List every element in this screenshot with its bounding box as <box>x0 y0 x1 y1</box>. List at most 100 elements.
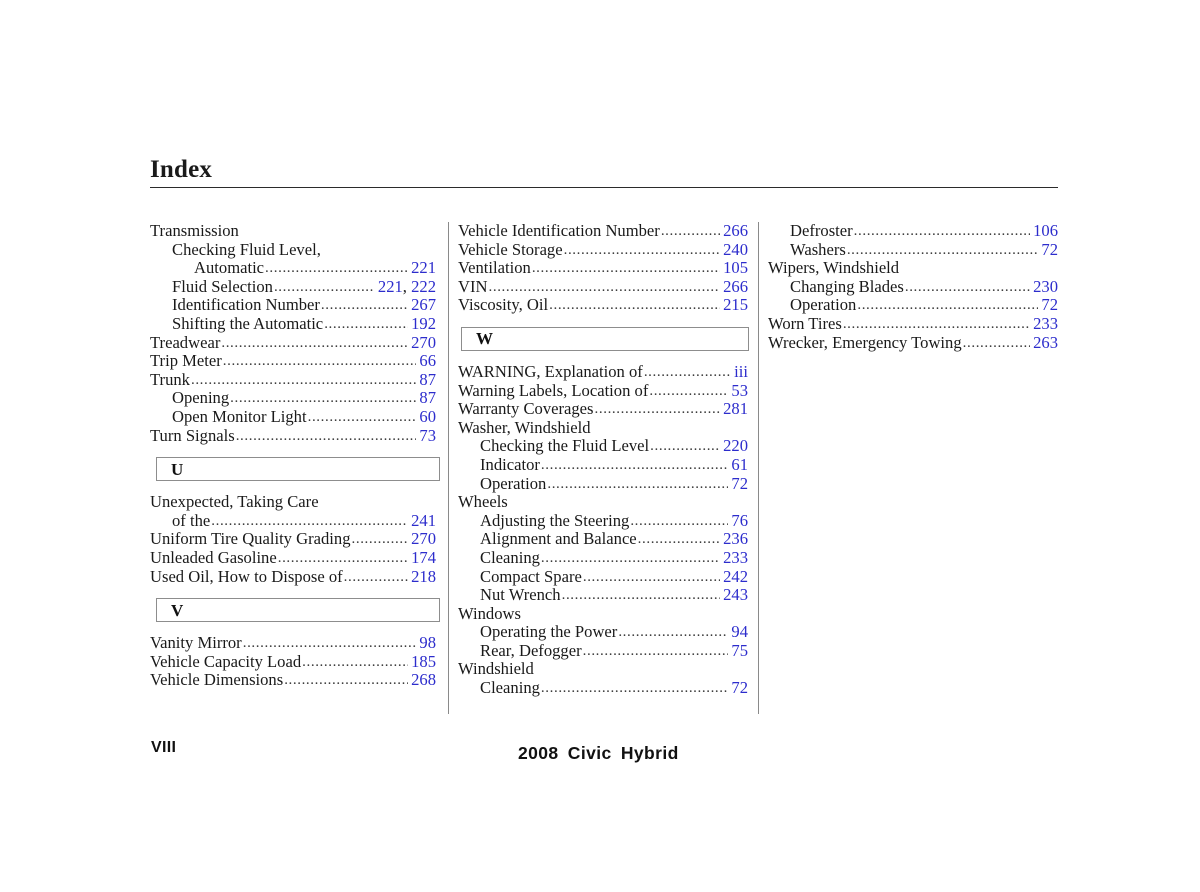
index-entry-page[interactable]: 233 <box>721 548 748 568</box>
index-entry-page[interactable]: 270 <box>409 530 436 549</box>
index-entry[interactable]: Turn Signals............................… <box>150 426 436 446</box>
index-entry-page[interactable]: 281 <box>721 400 748 419</box>
index-entry-page[interactable]: 218 <box>409 567 436 587</box>
index-entry-page[interactable]: 215 <box>721 296 748 315</box>
index-entry-page[interactable]: 53 <box>729 381 748 401</box>
leader-dots: ........................................… <box>547 475 729 492</box>
index-entry-page[interactable]: 72 <box>729 474 748 494</box>
index-entry: Wheels <box>458 493 748 512</box>
index-entry[interactable]: WARNING, Explanation of.................… <box>458 361 748 382</box>
index-entry[interactable]: Operating the Power.....................… <box>458 623 748 642</box>
index-entry[interactable]: Vehicle Identification Number...........… <box>458 221 748 241</box>
column-divider-2 <box>758 222 759 714</box>
leader-dots: ........................................… <box>235 427 417 444</box>
index-entry[interactable]: Treadwear...............................… <box>150 333 436 353</box>
index-entry[interactable]: Adjusting the Steering..................… <box>458 511 748 531</box>
index-entry[interactable]: Uniform Tire Quality Grading............… <box>150 530 436 549</box>
index-entry[interactable]: Trunk...................................… <box>150 370 436 390</box>
index-entry[interactable]: Fluid Selection.........................… <box>150 276 436 297</box>
index-entry-label: Checking Fluid Level, <box>172 239 321 259</box>
index-column-1: Transmission Checking Fluid Level, Automat… <box>150 221 440 714</box>
index-entry-page[interactable]: 94 <box>729 623 748 642</box>
index-entry-page[interactable]: 106 <box>1031 221 1058 241</box>
index-entry[interactable]: Vehicle Dimensions......................… <box>150 671 436 690</box>
index-entry-label: WARNING, Explanation of <box>458 361 643 381</box>
title-rule <box>150 187 1058 188</box>
index-entry-page[interactable]: 61 <box>729 455 748 475</box>
index-entry-page[interactable]: 243 <box>721 585 748 605</box>
index-entry-page[interactable]: 72 <box>1039 240 1058 260</box>
index-entry[interactable]: Shifting the Automatic..................… <box>150 313 436 334</box>
index-entry[interactable]: Rear, Defogger..........................… <box>458 641 748 661</box>
index-entry-page[interactable]: 72 <box>729 678 748 698</box>
index-entry-page[interactable]: 268 <box>409 671 436 690</box>
index-entry[interactable]: Open Monitor Light......................… <box>150 407 436 427</box>
index-entry[interactable]: VIN.....................................… <box>458 277 748 297</box>
index-entry-page[interactable]: 221 <box>409 259 436 278</box>
index-entry-page[interactable]: 242 <box>721 567 748 587</box>
index-entry-page[interactable]: 73 <box>417 426 436 446</box>
letter-section-label: W <box>476 329 493 349</box>
index-entry[interactable]: Identification Number...................… <box>150 296 436 315</box>
index-entry[interactable]: Unleaded Gasoline.......................… <box>150 548 436 568</box>
index-entry-label: Washers <box>790 239 846 259</box>
index-entry-page[interactable]: 263 <box>1031 333 1058 353</box>
index-entry[interactable]: Operation...............................… <box>768 296 1058 315</box>
index-entry-page[interactable]: 75 <box>729 641 748 661</box>
index-entry-page[interactable]: 266 <box>721 221 748 241</box>
index-entry-page[interactable]: 241 <box>409 511 436 531</box>
index-entry-page[interactable]: iii <box>732 362 748 382</box>
index-entry[interactable]: Vanity Mirror...........................… <box>150 633 436 653</box>
index-entry[interactable]: Operation...............................… <box>458 474 748 494</box>
index-entry[interactable]: Nut Wrench..............................… <box>458 585 748 605</box>
index-entry[interactable]: Alignment and Balance...................… <box>458 530 748 549</box>
index-entry[interactable]: Ventilation.............................… <box>458 259 748 278</box>
index-entry-page[interactable]: 72 <box>1039 296 1058 315</box>
index-entry-page[interactable]: 230 <box>1031 277 1058 297</box>
leader-dots: ........................................… <box>540 680 728 697</box>
index-entry[interactable]: Opening.................................… <box>150 389 436 408</box>
index-entry[interactable]: Worn Tires..............................… <box>768 314 1058 334</box>
index-entry-page[interactable]: 98 <box>417 633 436 653</box>
index-entry[interactable]: Compact Spare...........................… <box>458 567 748 587</box>
index-entry-page[interactable]: 174 <box>409 548 436 568</box>
index-entry[interactable]: Changing Blades.........................… <box>768 277 1058 297</box>
leader-dots: ........................................… <box>230 390 416 407</box>
index-entry-page[interactable]: 233 <box>1031 314 1058 334</box>
index-entry[interactable]: Washers.................................… <box>768 239 1058 260</box>
index-entry[interactable]: Vehicle Storage.........................… <box>458 240 748 260</box>
leader-dots: ........................................… <box>265 260 409 277</box>
index-entry[interactable]: Wrecker, Emergency Towing...............… <box>768 333 1058 353</box>
index-entry-page[interactable]: 87 <box>417 370 436 390</box>
index-entry-page[interactable]: 76 <box>729 511 748 531</box>
index-entry-page[interactable]: 66 <box>417 352 436 371</box>
index-entry[interactable]: Checking the Fluid Level................… <box>458 437 748 456</box>
index-entry-page[interactable]: 60 <box>417 407 436 427</box>
index-entry[interactable]: Cleaning................................… <box>458 548 748 568</box>
index-entry[interactable]: Warranty Coverages......................… <box>458 400 748 419</box>
index-entry[interactable]: Cleaning................................… <box>458 678 748 698</box>
index-entry[interactable]: of the..................................… <box>150 511 436 531</box>
index-entry[interactable]: Used Oil, How to Dispose of.............… <box>150 567 436 587</box>
index-entry-page[interactable]: 105 <box>721 259 748 278</box>
index-entry-page[interactable]: 270 <box>409 333 436 353</box>
index-entry-page[interactable]: 267 <box>409 296 436 315</box>
index-entry[interactable]: Warning Labels, Location of.............… <box>458 381 748 401</box>
index-entry-page[interactable]: 236 <box>721 530 748 549</box>
index-entry-page[interactable]: 220 <box>721 437 748 456</box>
index-entry-page[interactable]: 221, 222 <box>376 276 436 297</box>
index-entry-page[interactable]: 240 <box>721 240 748 260</box>
index-entry[interactable]: Automatic...............................… <box>150 259 436 278</box>
index-entry[interactable]: Vehicle Capacity Load...................… <box>150 652 436 672</box>
index-entry[interactable]: Viscosity, Oil..........................… <box>458 296 748 315</box>
index-entry-page[interactable]: 87 <box>417 389 436 408</box>
index-entry-page[interactable]: 185 <box>409 652 436 672</box>
index-entry-page[interactable]: 192 <box>409 314 436 334</box>
index-entry[interactable]: Defroster...............................… <box>768 221 1058 241</box>
index-entry-label: Operation <box>790 295 857 315</box>
index-entry-label: Shifting the Automatic <box>172 313 324 333</box>
index-entry-page[interactable]: 266 <box>721 277 748 297</box>
page-separator: , <box>402 276 407 296</box>
index-entry[interactable]: Trip Meter..............................… <box>150 352 436 371</box>
index-entry[interactable]: Indicator...............................… <box>458 455 748 475</box>
